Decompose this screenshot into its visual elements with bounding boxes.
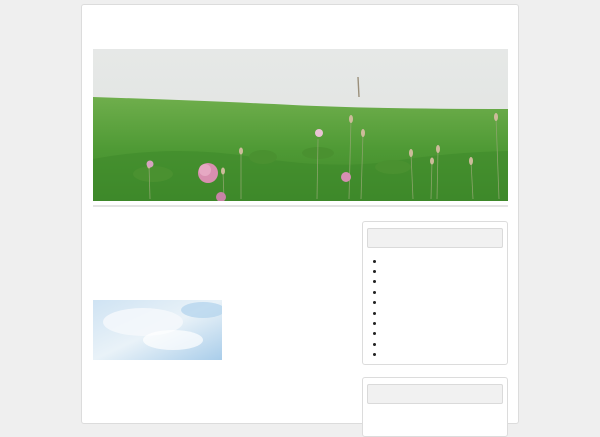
widget-link[interactable]	[373, 287, 503, 297]
bullet-icon	[373, 290, 376, 294]
bullet-icon	[373, 311, 376, 315]
post-paragraph	[93, 283, 341, 293]
widget-title	[367, 384, 503, 404]
main-content	[93, 214, 341, 360]
bullet-icon	[373, 353, 376, 357]
post-paragraph	[93, 266, 341, 276]
widget-link[interactable]	[373, 256, 503, 266]
widget-link[interactable]	[373, 339, 503, 349]
widget-link[interactable]	[373, 308, 503, 318]
widget-link-list	[367, 256, 503, 360]
header-divider	[93, 205, 508, 207]
header-image	[93, 49, 508, 201]
widget-link[interactable]	[373, 266, 503, 276]
sky-photo	[93, 300, 222, 360]
widget-link[interactable]	[373, 298, 503, 308]
widget-link[interactable]	[373, 318, 503, 328]
widget-link[interactable]	[373, 329, 503, 339]
bullet-icon	[373, 270, 376, 274]
widget-title	[367, 228, 503, 248]
bullet-icon	[373, 259, 376, 263]
widget-link[interactable]	[373, 350, 503, 360]
page-container	[81, 4, 519, 437]
sidebar-widget	[362, 221, 508, 365]
sidebar-widget	[362, 377, 508, 437]
widget-link[interactable]	[373, 277, 503, 287]
bullet-icon	[373, 322, 376, 326]
meadow-photo	[93, 49, 508, 201]
post-paragraph	[93, 232, 341, 242]
post-paragraph	[93, 249, 341, 259]
site-title[interactable]	[93, 15, 293, 41]
bullet-icon	[373, 332, 376, 336]
bullet-icon	[373, 342, 376, 346]
post-title[interactable]	[93, 214, 341, 228]
post-image	[93, 300, 222, 360]
bullet-icon	[373, 301, 376, 305]
bullet-icon	[373, 280, 376, 284]
